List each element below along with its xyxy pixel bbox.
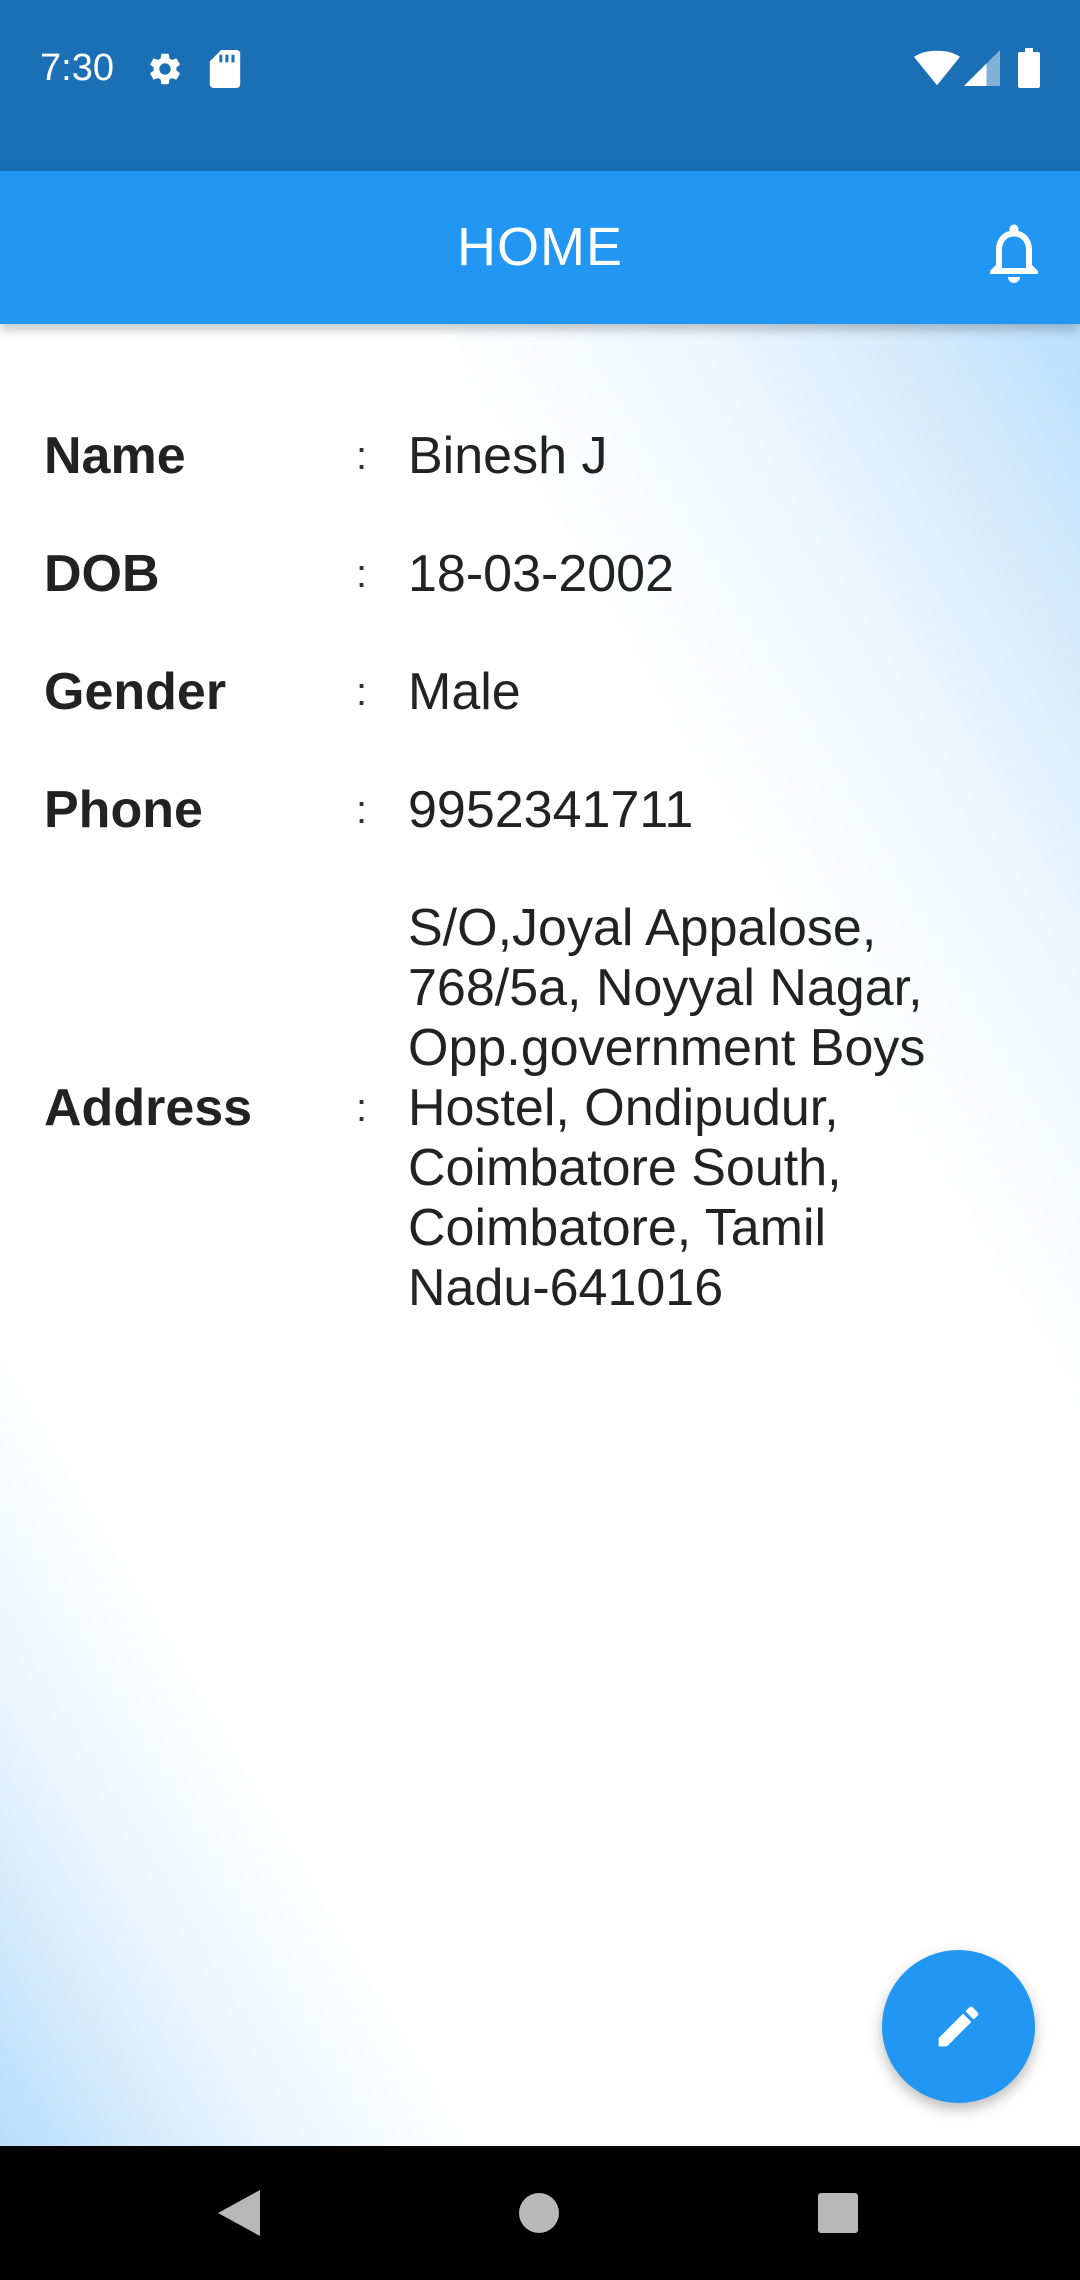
battery-icon <box>1018 48 1040 88</box>
address-label: Address <box>44 1079 253 1137</box>
dob-label: DOB <box>44 545 160 603</box>
page-title: HOME <box>457 217 623 277</box>
profile-details: Name : Binesh J DOB : 18-03-2002 Gender … <box>0 324 1080 2146</box>
name-value: Binesh J <box>408 427 608 485</box>
sd-card-icon <box>209 50 241 88</box>
status-time: 7:30 <box>40 47 114 89</box>
signal-icon <box>964 50 1000 86</box>
address-separator: : <box>356 1086 368 1130</box>
phone-label: Phone <box>44 781 203 839</box>
name-label: Name <box>44 427 186 485</box>
gender-label: Gender <box>44 663 227 721</box>
home-icon[interactable] <box>518 2192 560 2234</box>
app-bar: HOME <box>0 171 1080 324</box>
phone-separator: : <box>356 788 368 832</box>
status-bar: 7:30 <box>0 0 1080 171</box>
back-icon[interactable] <box>216 2188 262 2238</box>
bell-icon[interactable] <box>978 217 1050 289</box>
recents-icon[interactable] <box>817 2192 859 2234</box>
dob-separator: : <box>356 552 368 596</box>
phone-value: 9952341711 <box>408 781 694 839</box>
gear-icon <box>150 53 180 85</box>
wifi-icon <box>914 50 960 86</box>
gender-value: Male <box>408 663 521 721</box>
system-nav-bar <box>0 2146 1080 2280</box>
pencil-edit-icon <box>938 2006 979 2047</box>
address-value: S/O,Joyal Appalose, 768/5a, Noyyal Nagar… <box>408 899 926 1317</box>
edit-profile-button[interactable] <box>882 1950 1035 2103</box>
dob-value: 18-03-2002 <box>408 545 674 603</box>
name-separator: : <box>356 434 368 478</box>
gender-separator: : <box>356 670 368 714</box>
